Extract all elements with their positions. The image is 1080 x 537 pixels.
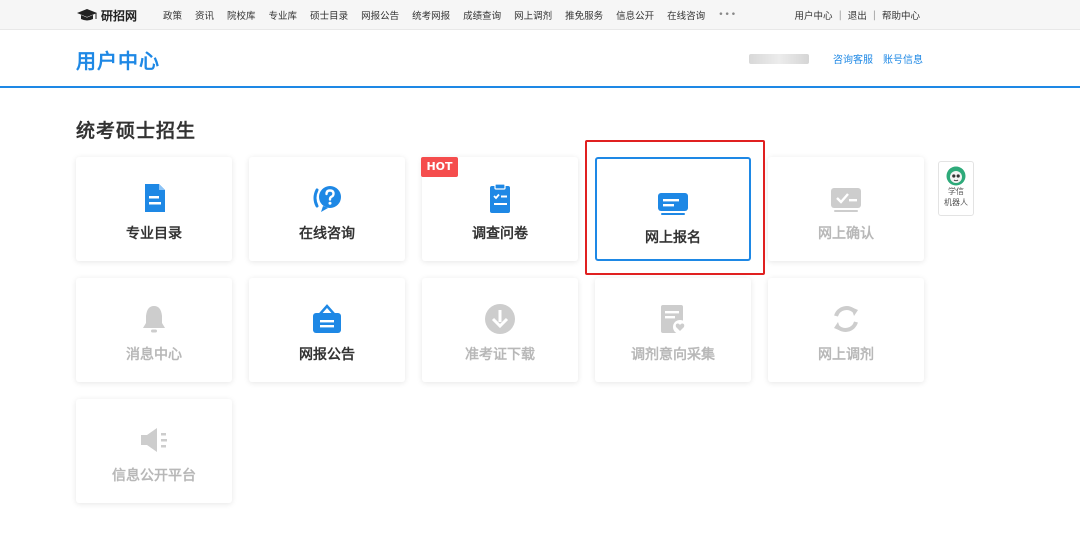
card-label: 网上报名 bbox=[645, 230, 701, 246]
megaphone-icon bbox=[141, 428, 167, 452]
card-label: 在线咨询 bbox=[299, 226, 355, 242]
site-logo[interactable]: 研招网 bbox=[76, 6, 137, 24]
hot-badge: HOT bbox=[421, 157, 458, 177]
card-admission-ticket-download: 准考证下载 bbox=[422, 278, 578, 382]
nav-link-unified-registration[interactable]: 统考网报 bbox=[412, 8, 450, 22]
id-card-icon bbox=[658, 193, 688, 215]
robot-assistant-widget[interactable]: 学信 机器人 bbox=[938, 161, 974, 216]
card-label: 网报公告 bbox=[299, 347, 355, 363]
clipboard-icon bbox=[490, 183, 510, 213]
nav-link-policy[interactable]: 政策 bbox=[163, 8, 182, 22]
nav-link-online-consult[interactable]: 在线咨询 bbox=[667, 8, 705, 22]
question-bubble-icon bbox=[313, 186, 341, 212]
blurred-username bbox=[749, 53, 809, 64]
card-label: 信息公开平台 bbox=[112, 468, 196, 484]
top-nav-bar: 研招网 政策 资讯 院校库 专业库 硕士目录 网报公告 统考网报 成绩查询 网上… bbox=[0, 0, 1080, 30]
nav-link-online-adjustment[interactable]: 网上调剂 bbox=[514, 8, 552, 22]
user-nav: 用户中心 | 退出 | 帮助中心 bbox=[795, 0, 920, 30]
card-label: 消息中心 bbox=[126, 347, 182, 363]
form-heart-icon bbox=[661, 305, 687, 334]
account-info-link[interactable]: 账号信息 bbox=[883, 51, 923, 66]
card-major-catalog[interactable]: 专业目录 bbox=[76, 157, 232, 261]
notice-board-icon bbox=[313, 304, 341, 333]
nav-link-schools[interactable]: 院校库 bbox=[227, 8, 256, 22]
help-center-link[interactable]: 帮助中心 bbox=[882, 8, 920, 22]
robot-label-line1: 学信 bbox=[948, 187, 964, 196]
card-label: 调查问卷 bbox=[472, 226, 528, 242]
card-label: 网上调剂 bbox=[818, 347, 874, 363]
logout-link[interactable]: 退出 bbox=[848, 8, 867, 22]
card-message-center: 消息中心 bbox=[76, 278, 232, 382]
card-online-adjustment: 网上调剂 bbox=[768, 278, 924, 382]
nav-link-master-catalog[interactable]: 硕士目录 bbox=[310, 8, 348, 22]
bell-icon bbox=[143, 306, 165, 333]
nav-link-score-query[interactable]: 成绩查询 bbox=[463, 8, 501, 22]
robot-label-line2: 机器人 bbox=[944, 198, 968, 207]
robot-avatar-icon bbox=[946, 166, 966, 186]
user-center-link[interactable]: 用户中心 bbox=[795, 8, 833, 22]
main-nav: 政策 资讯 院校库 专业库 硕士目录 网报公告 统考网报 成绩查询 网上调剂 推… bbox=[163, 0, 737, 30]
page-header: 用户中心 咨询客服 账号信息 bbox=[0, 31, 1080, 88]
card-online-consult[interactable]: 在线咨询 bbox=[249, 157, 405, 261]
confirm-card-icon bbox=[831, 188, 861, 212]
nav-link-registration-notice[interactable]: 网报公告 bbox=[361, 8, 399, 22]
refresh-icon bbox=[834, 306, 858, 332]
card-label: 准考证下载 bbox=[465, 347, 535, 363]
card-online-registration[interactable]: 网上报名 bbox=[595, 157, 751, 261]
card-label: 网上确认 bbox=[818, 226, 874, 242]
logo-text: 研招网 bbox=[101, 8, 138, 23]
nav-link-info-disclosure[interactable]: 信息公开 bbox=[616, 8, 654, 22]
nav-separator: | bbox=[838, 9, 842, 21]
consult-service-link[interactable]: 咨询客服 bbox=[833, 51, 873, 66]
document-icon bbox=[145, 184, 165, 212]
download-icon bbox=[485, 304, 515, 334]
card-label: 专业目录 bbox=[126, 226, 182, 242]
card-label: 调剂意向采集 bbox=[631, 347, 715, 363]
more-menu-icon[interactable]: ••• bbox=[718, 10, 737, 20]
card-online-confirmation: 网上确认 bbox=[768, 157, 924, 261]
nav-link-exemption-service[interactable]: 推免服务 bbox=[565, 8, 603, 22]
graduation-cap-icon bbox=[77, 9, 97, 21]
nav-link-news[interactable]: 资讯 bbox=[195, 8, 214, 22]
header-account-area: 咨询客服 账号信息 bbox=[749, 51, 923, 66]
card-adjustment-intent: 调剂意向采集 bbox=[595, 278, 751, 382]
nav-separator: | bbox=[872, 9, 876, 21]
card-registration-notice[interactable]: 网报公告 bbox=[249, 278, 405, 382]
page-title: 用户中心 bbox=[76, 49, 160, 73]
nav-link-majors[interactable]: 专业库 bbox=[269, 8, 298, 22]
card-info-disclosure-platform: 信息公开平台 bbox=[76, 399, 232, 503]
section-title: 统考硕士招生 bbox=[76, 120, 197, 142]
